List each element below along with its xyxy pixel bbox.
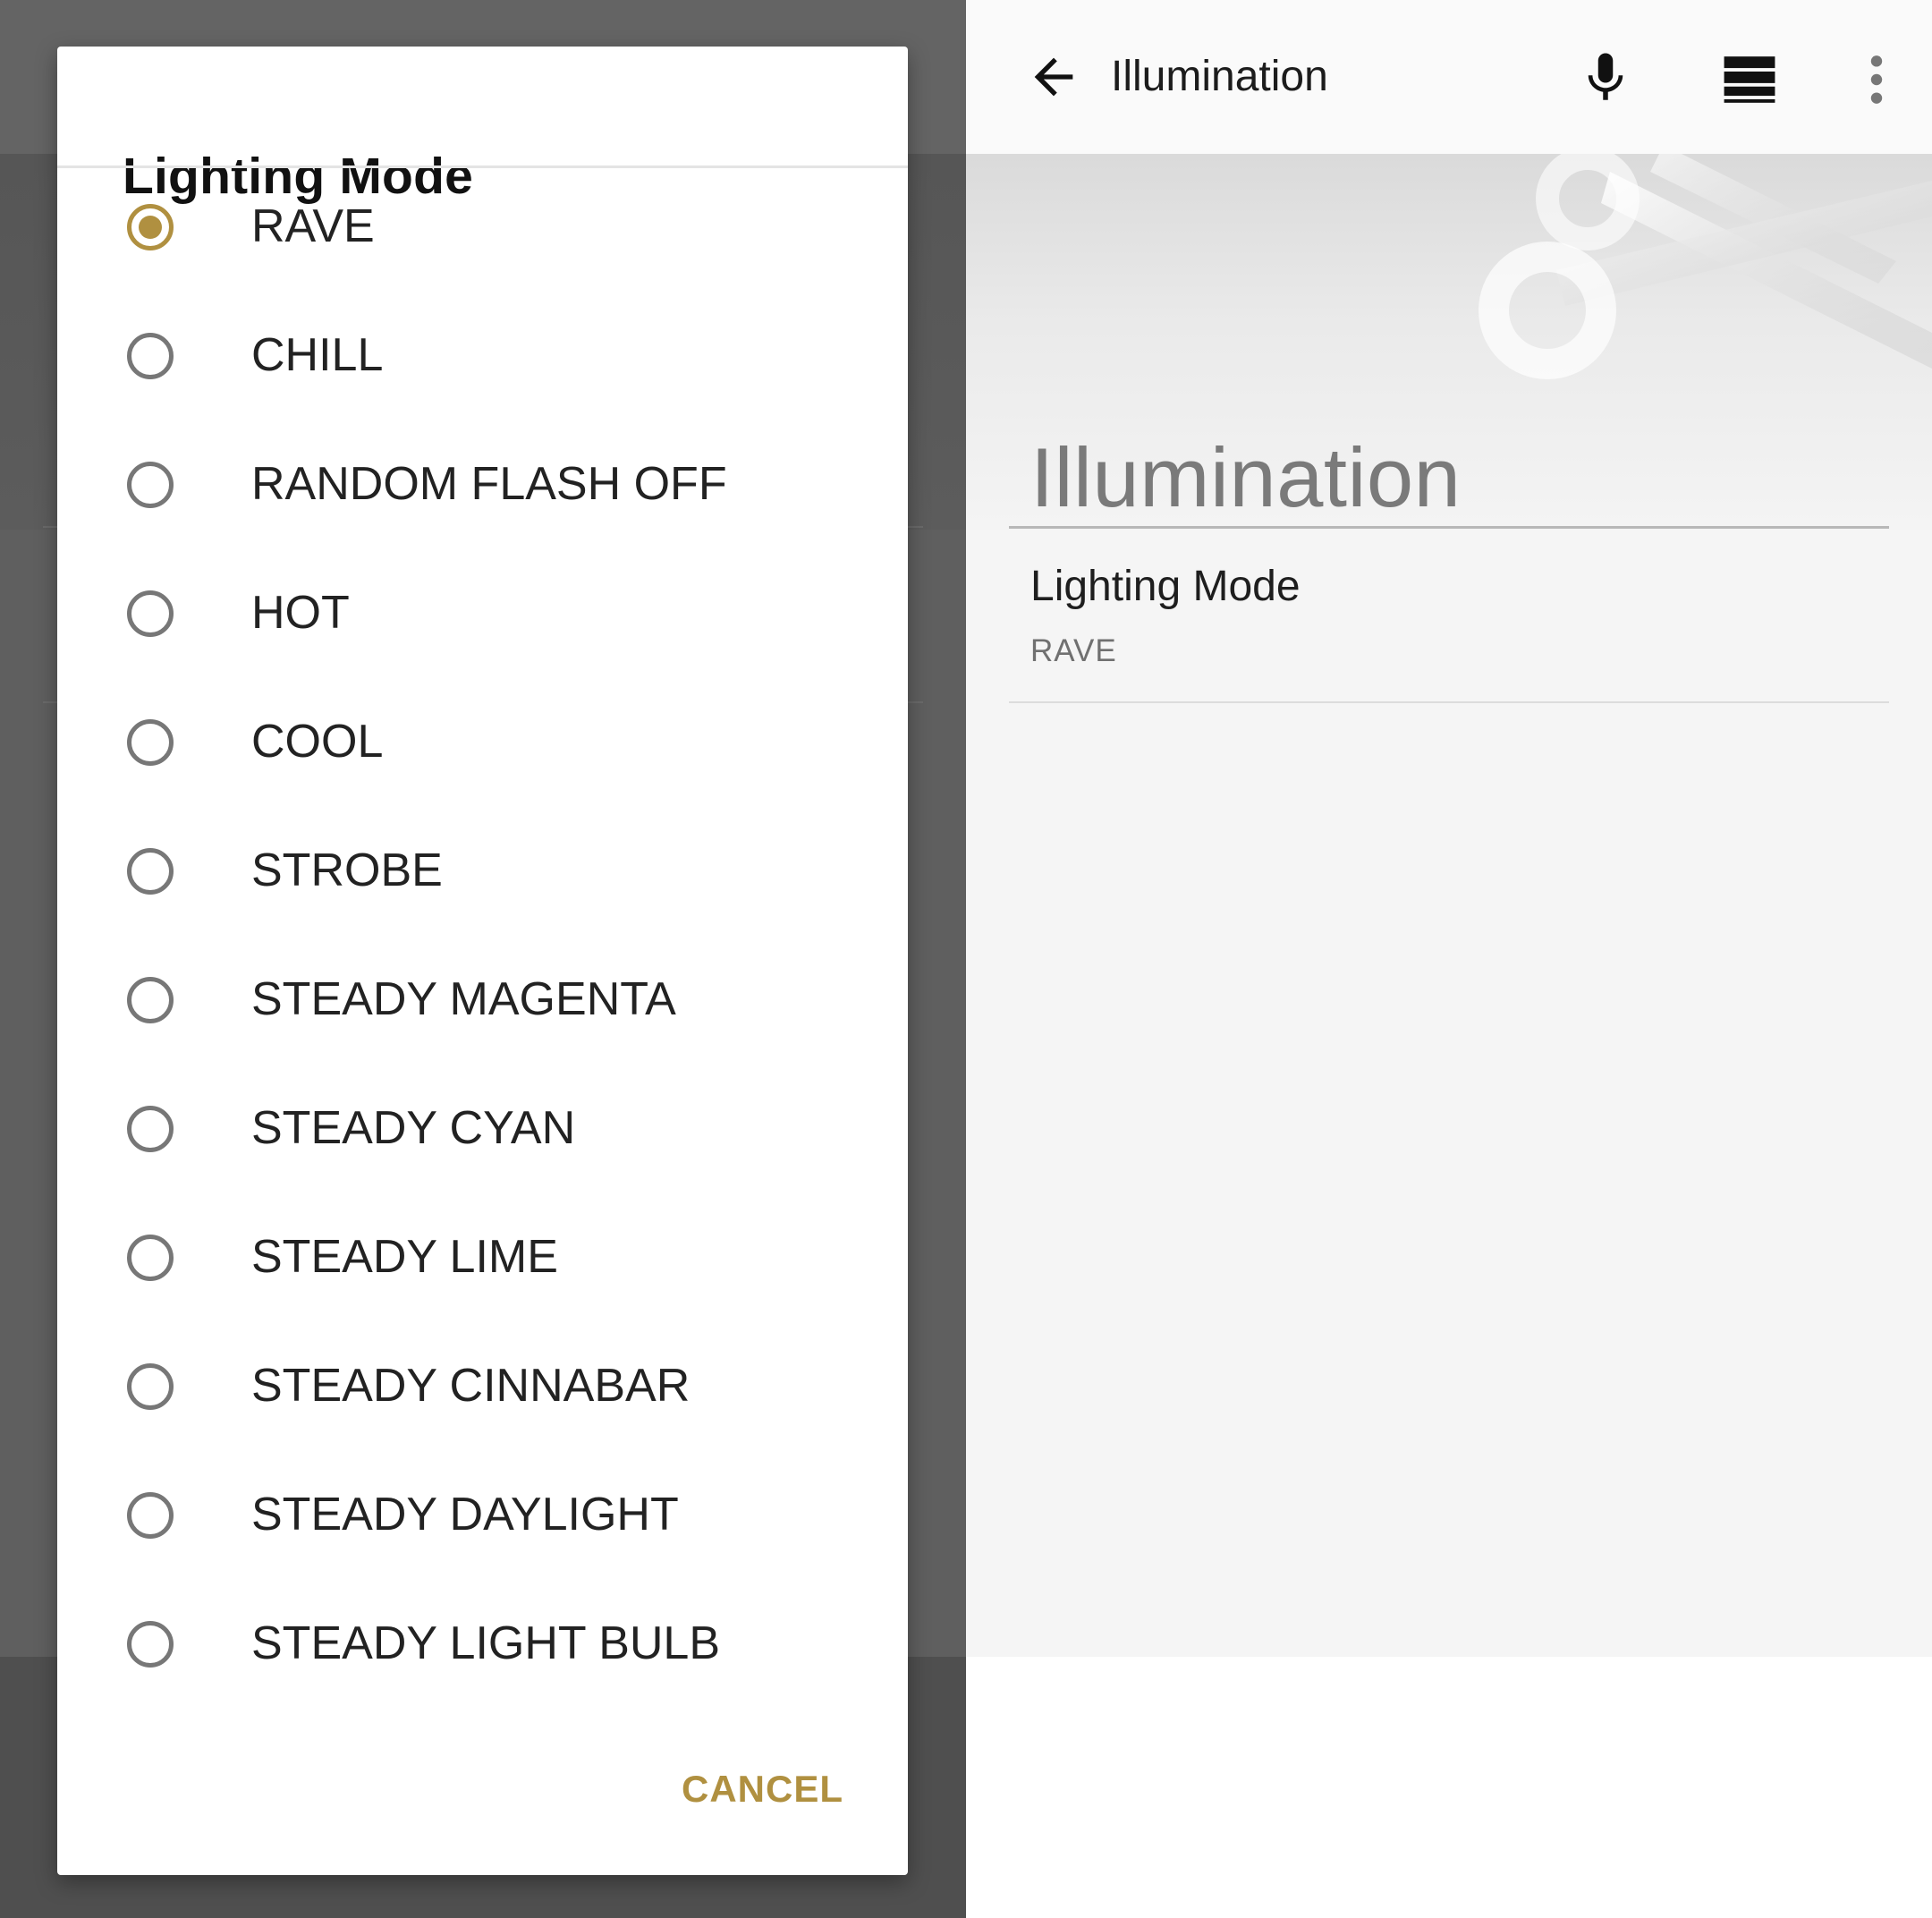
option-steady-light-bulb[interactable]: STEADY LIGHT BULB — [57, 1585, 908, 1714]
option-label: STEADY CINNABAR — [251, 1360, 691, 1412]
option-label: STEADY DAYLIGHT — [251, 1489, 679, 1540]
radio-unselected-icon[interactable] — [127, 590, 174, 637]
option-cool[interactable]: COOL — [57, 683, 908, 812]
section-divider — [1009, 526, 1889, 529]
option-label: RANDOM FLASH OFF — [251, 458, 727, 510]
radio-unselected-icon[interactable] — [127, 462, 174, 508]
option-hot[interactable]: HOT — [57, 555, 908, 683]
blank-area — [966, 1657, 1932, 1918]
option-chill[interactable]: CHILL — [57, 297, 908, 426]
option-label: STEADY LIME — [251, 1231, 558, 1283]
option-label: STROBE — [251, 844, 443, 896]
pref-divider — [1009, 701, 1889, 703]
option-steady-daylight[interactable]: STEADY DAYLIGHT — [57, 1456, 908, 1585]
back-arrow-icon[interactable] — [1025, 48, 1082, 106]
option-rave[interactable]: RAVE — [57, 168, 908, 297]
microphone-icon[interactable] — [1576, 47, 1635, 109]
radio-unselected-icon[interactable] — [127, 719, 174, 766]
radio-unselected-icon[interactable] — [127, 1492, 174, 1539]
radio-selected-icon[interactable] — [127, 204, 174, 250]
option-steady-magenta[interactable]: STEADY MAGENTA — [57, 941, 908, 1070]
pref-title: Lighting Mode — [1030, 563, 1301, 610]
option-steady-cyan[interactable]: STEADY CYAN — [57, 1070, 908, 1199]
radio-unselected-icon[interactable] — [127, 977, 174, 1023]
option-strobe[interactable]: STROBE — [57, 812, 908, 941]
radio-unselected-icon[interactable] — [127, 1621, 174, 1668]
pref-summary: RAVE — [1030, 633, 1117, 668]
toolbar-title: Illumination — [1111, 53, 1328, 100]
option-label: COOL — [251, 716, 384, 768]
options-list: RAVE CHILL RANDOM FLASH OFF HOT COOL STR… — [57, 168, 908, 1714]
option-steady-lime[interactable]: STEADY LIME — [57, 1199, 908, 1328]
more-vert-icon[interactable] — [1866, 52, 1887, 107]
option-label: RAVE — [251, 200, 375, 252]
wrench-illustration-icon — [1479, 154, 1932, 379]
app-toolbar: Illumination — [966, 0, 1932, 154]
layout-icon[interactable] — [1722, 52, 1777, 107]
option-label: STEADY MAGENTA — [251, 973, 676, 1025]
pref-lighting-mode[interactable]: Lighting Mode RAVE — [1009, 530, 1889, 701]
option-label: HOT — [251, 587, 350, 639]
radio-unselected-icon[interactable] — [127, 848, 174, 895]
settings-screen: Illumination Illumination Lighting Mode … — [966, 0, 1932, 1657]
radio-unselected-icon[interactable] — [127, 1363, 174, 1410]
option-label: STEADY LIGHT BULB — [251, 1617, 721, 1669]
option-random-flash-off[interactable]: RANDOM FLASH OFF — [57, 426, 908, 555]
radio-unselected-icon[interactable] — [127, 333, 174, 379]
section-title: Illumination — [1030, 430, 1462, 524]
lighting-mode-dialog: Lighting Mode RAVE CHILL RANDOM FLASH OF… — [57, 47, 908, 1875]
option-label: STEADY CYAN — [251, 1102, 576, 1154]
radio-unselected-icon[interactable] — [127, 1106, 174, 1152]
option-label: CHILL — [251, 329, 384, 381]
option-steady-cinnabar[interactable]: STEADY CINNABAR — [57, 1328, 908, 1456]
cancel-button[interactable]: CANCEL — [682, 1768, 843, 1811]
radio-unselected-icon[interactable] — [127, 1235, 174, 1281]
